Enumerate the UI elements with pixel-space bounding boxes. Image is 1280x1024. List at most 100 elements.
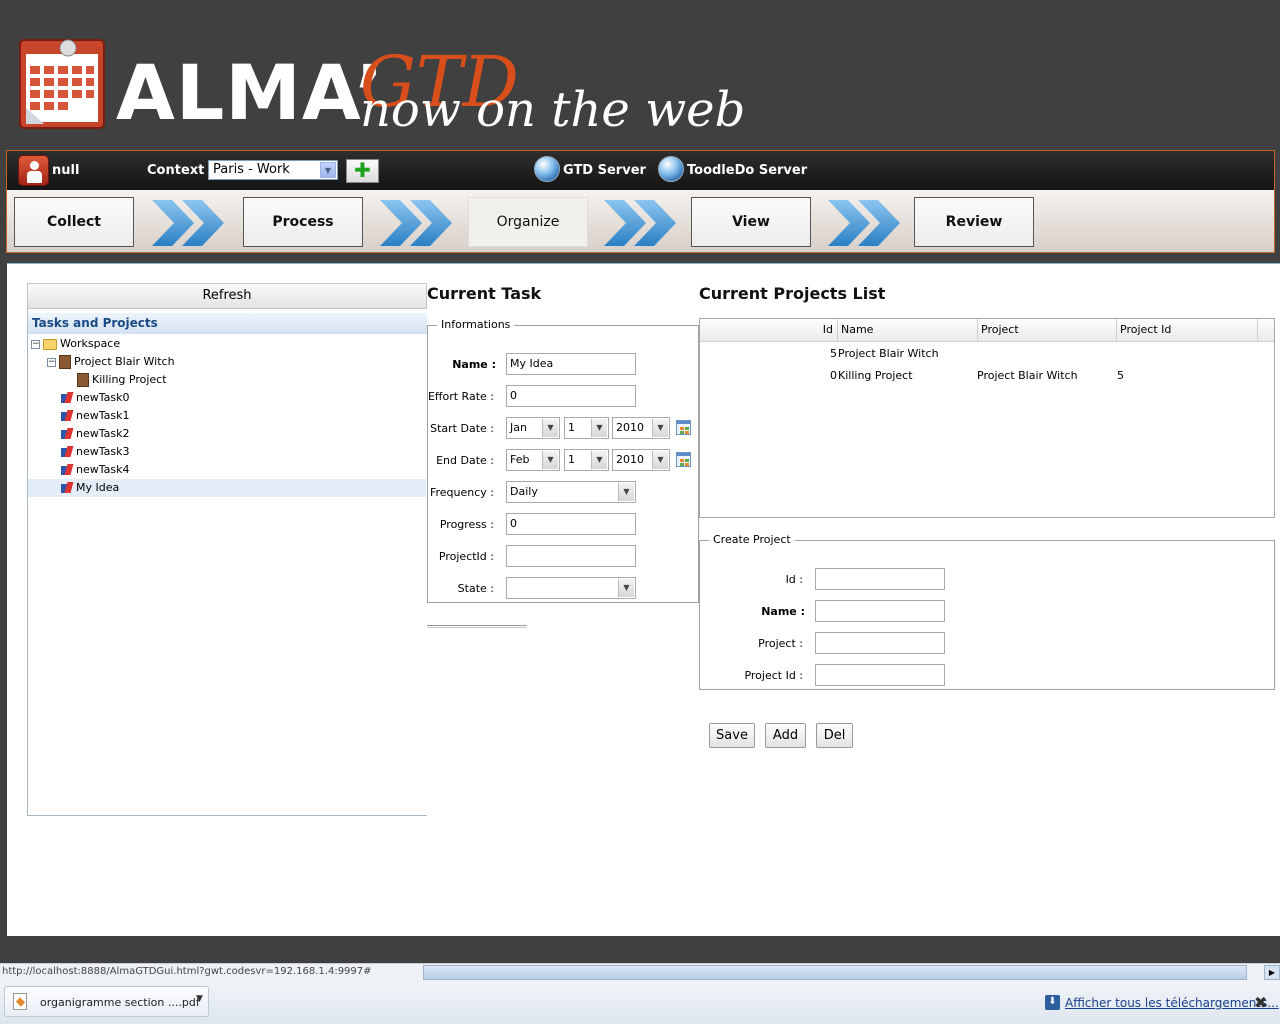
chevron-down-icon[interactable]: ▼ bbox=[542, 419, 558, 437]
task-icon bbox=[61, 446, 73, 458]
collapse-icon[interactable]: − bbox=[31, 339, 40, 349]
column-header-id[interactable]: Id bbox=[700, 319, 838, 342]
start-month-select[interactable]: Jan ▼ bbox=[506, 417, 560, 439]
tree-item-task-selected[interactable]: My Idea bbox=[28, 479, 426, 497]
cp-project-label: Project : bbox=[758, 637, 803, 650]
effort-rate-label: Effort Rate : bbox=[427, 390, 494, 403]
calendar-icon[interactable] bbox=[676, 452, 691, 467]
tree-item-killing-project[interactable]: Killing Project bbox=[77, 371, 426, 389]
project-box-icon bbox=[77, 373, 89, 387]
end-day-select[interactable]: 1 ▼ bbox=[564, 449, 609, 471]
download-file-name[interactable]: organigramme section ....pdf bbox=[40, 996, 200, 1009]
table-cell-name[interactable]: Killing Project bbox=[838, 369, 913, 383]
show-all-downloads-link[interactable]: Afficher tous les téléchargements... bbox=[1065, 996, 1279, 1010]
table-cell-id: 0 bbox=[830, 369, 837, 382]
add-context-button[interactable]: ✚ bbox=[346, 159, 379, 183]
cp-name-label: Name : bbox=[761, 605, 805, 618]
chevron-right-icon bbox=[604, 200, 676, 246]
end-month-select[interactable]: Feb ▼ bbox=[506, 449, 560, 471]
chevron-down-icon[interactable]: ▼ bbox=[652, 451, 668, 469]
tree-item-task[interactable]: newTask1 bbox=[61, 407, 426, 425]
context-select[interactable]: Paris - Work ▼ bbox=[208, 160, 338, 180]
gtd-server-globe-icon[interactable] bbox=[534, 156, 560, 182]
close-icon[interactable]: ✖ bbox=[1254, 993, 1267, 1012]
chevron-down-icon[interactable]: ▼ bbox=[618, 579, 634, 597]
column-header-project[interactable]: Project bbox=[978, 319, 1117, 342]
state-select[interactable]: ▼ bbox=[506, 577, 636, 599]
column-header-project-id[interactable]: Project Id bbox=[1117, 319, 1258, 342]
horizontal-scrollbar[interactable] bbox=[423, 965, 1247, 980]
chevron-down-icon[interactable]: ▼ bbox=[196, 994, 203, 1004]
status-url: http://localhost:8888/AlmaGTDGui.html?gw… bbox=[2, 966, 372, 977]
context-select-value: Paris - Work bbox=[213, 162, 290, 177]
add-button[interactable]: Add bbox=[765, 723, 806, 748]
task-icon bbox=[61, 428, 73, 440]
collapse-icon[interactable]: − bbox=[47, 357, 56, 367]
calendar-icon[interactable] bbox=[676, 420, 691, 435]
table-cell-project: Project Blair Witch bbox=[977, 369, 1078, 382]
projects-list-title: Current Projects List bbox=[699, 284, 886, 303]
step-collect-button[interactable]: Collect bbox=[14, 197, 134, 247]
cp-projectid-label: Project Id : bbox=[744, 669, 803, 682]
start-day-select[interactable]: 1 ▼ bbox=[564, 417, 609, 439]
chevron-down-icon[interactable]: ▼ bbox=[320, 162, 336, 178]
informations-legend: Informations bbox=[437, 318, 515, 331]
cp-project-input[interactable] bbox=[815, 632, 945, 654]
effort-rate-input[interactable]: 0 bbox=[506, 385, 636, 407]
separator bbox=[427, 625, 527, 628]
chevron-right-icon bbox=[828, 200, 900, 246]
start-year-select[interactable]: 2010 ▼ bbox=[612, 417, 670, 439]
cp-id-label: Id : bbox=[785, 573, 803, 586]
cp-name-input[interactable] bbox=[815, 600, 945, 622]
del-button[interactable]: Del bbox=[816, 723, 853, 748]
task-name-input[interactable]: My Idea bbox=[506, 353, 636, 375]
tree-item-task[interactable]: newTask3 bbox=[61, 443, 426, 461]
column-header-name[interactable]: Name bbox=[838, 319, 978, 342]
tree-item-task[interactable]: newTask2 bbox=[61, 425, 426, 443]
current-task-title: Current Task bbox=[427, 284, 542, 303]
toodledo-globe-icon[interactable] bbox=[658, 156, 684, 182]
user-icon[interactable] bbox=[18, 155, 49, 186]
scroll-right-icon[interactable]: ▶ bbox=[1264, 965, 1280, 980]
tree-header: Tasks and Projects bbox=[28, 313, 427, 334]
project-box-icon bbox=[59, 355, 71, 369]
chevron-down-icon[interactable]: ▼ bbox=[542, 451, 558, 469]
logo-tagline: now on the web bbox=[360, 82, 746, 138]
table-cell-project-id: 5 bbox=[1117, 369, 1124, 382]
tree-item-project-blair-witch[interactable]: − Project Blair Witch bbox=[47, 353, 426, 371]
tree-item-workspace[interactable]: − Workspace bbox=[31, 335, 426, 353]
step-organize-button[interactable]: Organize bbox=[468, 197, 588, 247]
save-button[interactable]: Save bbox=[709, 723, 755, 748]
gtd-server-link[interactable]: GTD Server bbox=[563, 163, 646, 178]
step-process-button[interactable]: Process bbox=[243, 197, 363, 247]
projectid-input[interactable] bbox=[506, 545, 636, 567]
chevron-down-icon[interactable]: ▼ bbox=[591, 419, 607, 437]
name-label: Name : bbox=[452, 358, 496, 371]
folder-icon bbox=[43, 338, 57, 350]
tree-item-task[interactable]: newTask0 bbox=[61, 389, 426, 407]
refresh-button[interactable]: Refresh bbox=[27, 283, 427, 309]
table-cell-name[interactable]: Project Blair Witch bbox=[838, 347, 939, 361]
frequency-select[interactable]: Daily ▼ bbox=[506, 481, 636, 503]
progress-input[interactable]: 0 bbox=[506, 513, 636, 535]
download-icon: ⬇ bbox=[1045, 995, 1060, 1010]
step-review-button[interactable]: Review bbox=[914, 197, 1034, 247]
projects-table: Id Name Project Project Id 5 Project Bla… bbox=[699, 318, 1275, 518]
chevron-down-icon[interactable]: ▼ bbox=[618, 483, 634, 501]
cp-id-input[interactable] bbox=[815, 568, 945, 590]
step-view-button[interactable]: View bbox=[691, 197, 811, 247]
context-label: Context bbox=[147, 163, 205, 178]
table-cell-id: 5 bbox=[830, 347, 837, 360]
cp-projectid-input[interactable] bbox=[815, 664, 945, 686]
task-icon bbox=[61, 482, 73, 494]
projectid-label: ProjectId : bbox=[438, 550, 494, 563]
toodledo-server-link[interactable]: ToodleDo Server bbox=[687, 163, 807, 178]
task-icon bbox=[61, 392, 73, 404]
chevron-down-icon[interactable]: ▼ bbox=[591, 451, 607, 469]
chevron-down-icon[interactable]: ▼ bbox=[652, 419, 668, 437]
create-project-legend: Create Project bbox=[709, 533, 795, 546]
frequency-label: Frequency : bbox=[429, 486, 494, 499]
tree-item-task[interactable]: newTask4 bbox=[61, 461, 426, 479]
task-icon bbox=[61, 410, 73, 422]
end-year-select[interactable]: 2010 ▼ bbox=[612, 449, 670, 471]
